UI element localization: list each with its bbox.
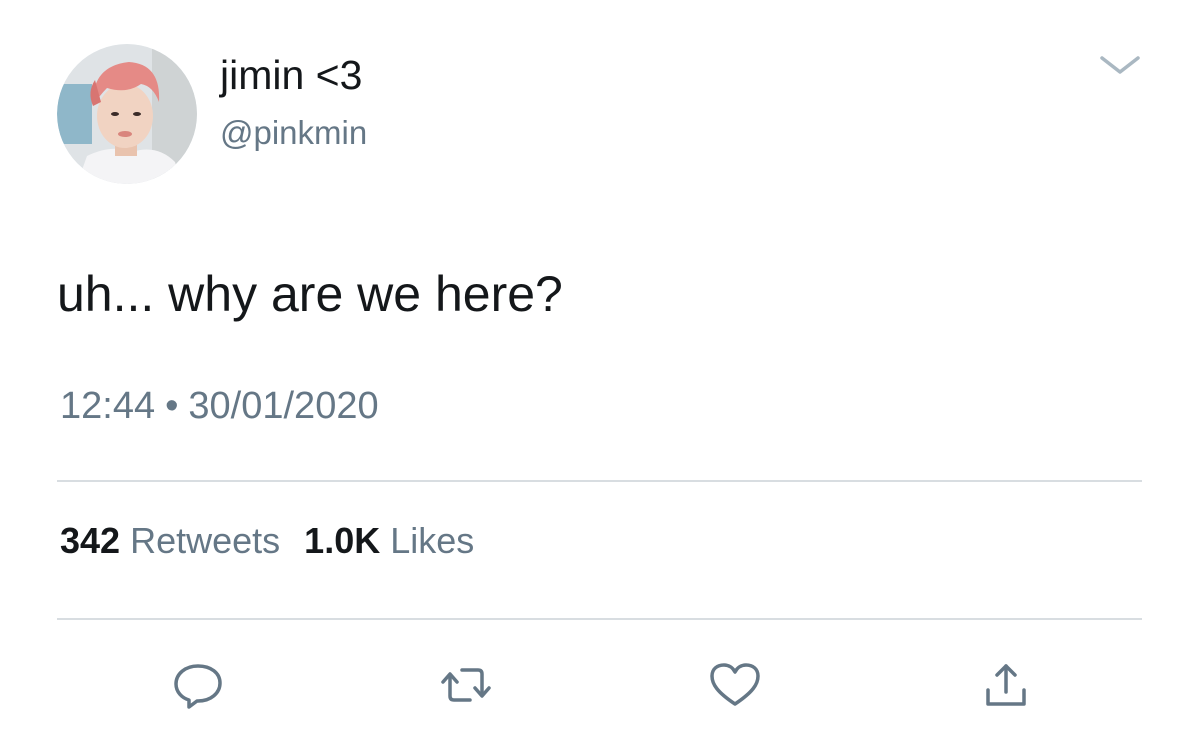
timestamp-separator: • [165,385,179,427]
tweet-date: 30/01/2020 [188,385,379,427]
tweet-menu-button[interactable] [1096,50,1144,80]
retweets-label: Retweets [130,520,281,561]
divider [57,618,1142,620]
retweet-icon [441,668,491,702]
reply-button[interactable] [170,660,226,710]
tweet-stats: 342 Retweets 1.0K Likes [60,520,474,562]
like-button[interactable] [707,660,763,710]
tweet-text: uh... why are we here? [57,266,563,322]
retweets-count: 342 [60,520,121,561]
share-button[interactable] [978,660,1034,710]
likes-count: 1.0K [304,520,381,561]
tweet-timestamp[interactable]: 12:44 • 30/01/2020 [60,385,379,428]
display-name[interactable]: jimin <3 [220,52,362,99]
user-handle[interactable]: @pinkmin [220,114,367,152]
profile-photo-icon [57,44,197,184]
share-icon [986,664,1026,706]
divider [57,480,1142,482]
reply-icon [174,664,222,709]
heart-icon [710,663,760,706]
retweet-button[interactable] [438,660,494,710]
tweet-time: 12:44 [60,385,156,427]
avatar[interactable] [57,44,197,184]
likes-stat[interactable]: 1.0K Likes [304,520,474,561]
retweets-stat[interactable]: 342 Retweets [60,520,280,561]
tweet-card: jimin <3 @pinkmin uh... why are we here?… [0,0,1200,750]
likes-label: Likes [390,520,475,561]
chevron-down-icon [1100,56,1140,74]
